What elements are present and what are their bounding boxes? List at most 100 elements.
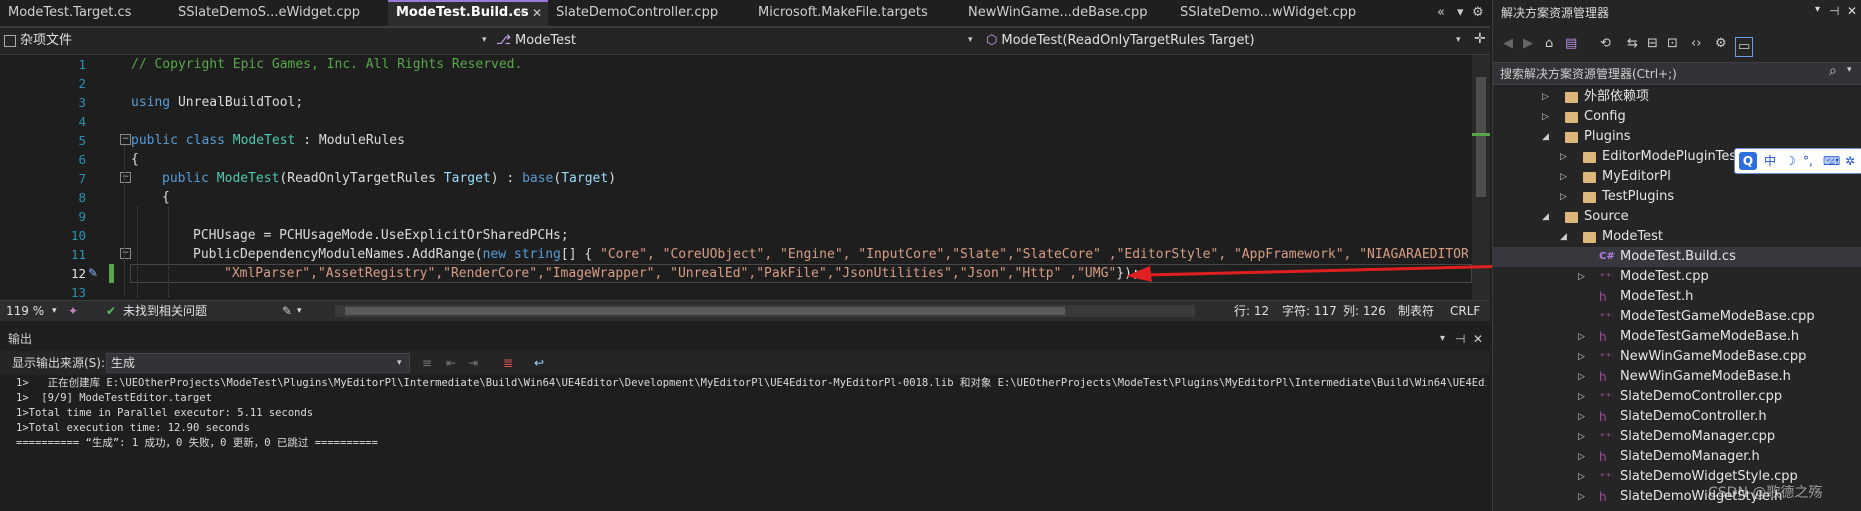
zoom-level[interactable]: 119 % [6,301,44,321]
keyboard-icon[interactable]: ⌨ [1823,149,1840,173]
issues-status[interactable]: 未找到相关问题 [123,301,207,321]
expand-icon[interactable]: ▷ [1578,387,1585,407]
collapse-icon[interactable]: ◢ [1560,227,1567,247]
back-icon[interactable]: ◀ [1503,36,1513,51]
tree-item-modetest[interactable]: ◢ ModeTest [1493,227,1861,247]
member-dropdown[interactable]: ⬡ ModeTest(ReadOnlyTargetRules Target) ▾ [986,30,1468,51]
close-icon[interactable]: ✕ [1473,328,1483,350]
punctuation-icon[interactable]: °, [1803,149,1813,173]
sync-icon[interactable]: ⇆ [1627,36,1638,51]
tab-newwingame-base[interactable]: NewWinGame...deBase.cpp [960,0,1172,26]
tab-overflow-icon[interactable]: « [1437,0,1445,26]
tree-item-testplugins[interactable]: ▷ TestPlugins [1493,187,1861,207]
indent-mode[interactable]: 制表符 [1398,301,1434,321]
history-icon[interactable]: ⟲ [1600,36,1611,51]
cleanup-icon[interactable]: ✎ [282,301,292,321]
close-icon[interactable]: ✕ [532,2,542,24]
tab-sslatedemo-widget[interactable]: SSlateDemoS...eWidget.cpp [170,0,388,26]
collapse-all-icon[interactable]: ⊟ [1647,36,1658,51]
tree-item-modetest-h[interactable]: h ModeTest.h [1493,287,1861,307]
expand-icon[interactable]: ▷ [1578,327,1585,347]
quick-action-icon[interactable]: ✎ [88,266,98,280]
collapse-icon[interactable]: ◢ [1542,207,1549,227]
settings-icon[interactable]: ⚙ [1472,0,1484,26]
scrollbar-thumb[interactable] [345,307,1065,315]
char-indicator[interactable]: 字符: 117 [1282,301,1337,321]
expand-icon[interactable]: ▷ [1560,187,1567,207]
column-indicator[interactable]: 列: 126 [1343,301,1386,321]
tab-makefile-targets[interactable]: Microsoft.MakeFile.targets [750,0,960,26]
solution-search-input[interactable]: 搜索解决方案资源管理器(Ctrl+;) [1500,65,1677,82]
pin-icon[interactable]: ⊣ [514,2,524,24]
settings-icon[interactable]: ✲ [1845,149,1855,173]
tab-modetest-target[interactable]: ModeTest.Target.cs [0,0,170,26]
tree-item-newwingamemode-h[interactable]: ▷ h NewWinGameModeBase.h [1493,367,1861,387]
collapse-icon[interactable]: − [120,248,131,259]
pin-icon[interactable]: ⊣ [1829,4,1839,18]
tree-item-newwingamemode-cpp[interactable]: ▷ ⁺⁺ NewWinGameModeBase.cpp [1493,347,1861,367]
tab-dropdown-icon[interactable]: ▾ [1457,0,1464,26]
tree-item-gamemodebase-cpp[interactable]: ⁺⁺ ModeTestGameModeBase.cpp [1493,307,1861,327]
prev-message-icon[interactable]: ⇤ [446,351,456,375]
chevron-down-icon[interactable]: ▾ [52,301,57,321]
chevron-down-icon[interactable]: ▾ [297,301,302,321]
word-wrap-icon[interactable]: ↩ [534,351,544,375]
chevron-down-icon[interactable]: ▾ [1815,4,1820,15]
preview-icon[interactable]: ▭ [1735,37,1754,57]
tree-item-external-deps[interactable]: ▷ 外部依赖项 [1493,87,1861,107]
expand-icon[interactable]: ▷ [1578,347,1585,367]
next-message-icon[interactable]: ⇥ [468,351,478,375]
ime-logo-icon[interactable]: Q [1739,152,1757,170]
brush-icon[interactable]: ✦ [68,301,78,321]
horizontal-scrollbar[interactable] [335,305,1195,317]
tab-modetest-build[interactable]: ModeTest.Build.cs ⊣ ✕ [388,0,548,26]
line-ending[interactable]: CRLF [1450,301,1480,321]
collapse-icon[interactable]: − [120,172,131,183]
expand-icon[interactable]: ▷ [1542,107,1549,127]
ime-toolbar[interactable]: Q 中 ☽ °, ⌨ ✲ [1734,148,1861,174]
show-all-files-icon[interactable]: ⊡ [1667,36,1678,51]
expand-icon[interactable]: ▷ [1578,267,1585,287]
close-icon[interactable]: ✕ [1847,4,1857,18]
expand-icon[interactable]: ▷ [1578,367,1585,387]
expand-icon[interactable]: ▷ [1560,147,1567,167]
output-text-area[interactable]: 1> 正在创建库 E:\UEOtherProjects\ModeTest\Plu… [0,376,1490,511]
pin-icon[interactable]: ⊣ [1455,328,1465,350]
tree-item-slatedemocontroller-cpp[interactable]: ▷ ⁺⁺ SlateDemoController.cpp [1493,387,1861,407]
scrollbar-thumb[interactable] [1476,77,1486,197]
tree-item-modetest-build-cs[interactable]: C# ModeTest.Build.cs [1493,247,1861,267]
switch-view-icon[interactable]: ▤ [1565,36,1577,51]
expand-icon[interactable]: ▷ [1542,87,1549,107]
split-editor-icon[interactable]: ✛ [1474,31,1486,47]
class-dropdown[interactable]: ⎇ ModeTest ▾ [496,30,981,51]
tab-slatedemocontroller[interactable]: SlateDemoController.cpp [548,0,750,26]
view-code-icon[interactable]: ‹› [1691,36,1701,51]
expand-icon[interactable]: ▷ [1560,167,1567,187]
tree-item-source[interactable]: ◢ Source [1493,207,1861,227]
moon-icon[interactable]: ☽ [1785,149,1796,173]
tree-item-plugins[interactable]: ◢ Plugins [1493,127,1861,147]
home-icon[interactable]: ⌂ [1545,36,1553,51]
search-icon[interactable]: ⌕ [1829,63,1837,79]
clear-all-icon[interactable]: ≣ [503,351,513,375]
tree-item-modetest-cpp[interactable]: ▷ ⁺⁺ ModeTest.cpp [1493,267,1861,287]
collapse-icon[interactable]: ◢ [1542,127,1549,147]
chevron-down-icon[interactable]: ▾ [1440,328,1445,350]
output-source-select[interactable]: 生成 ▾ [106,353,410,373]
ime-language-toggle[interactable]: 中 [1764,149,1776,173]
collapse-icon[interactable]: − [120,134,131,145]
expand-icon[interactable]: ▷ [1578,427,1585,447]
tree-item-gamemodebase-h[interactable]: ▷ h ModeTestGameModeBase.h [1493,327,1861,347]
tree-item-config[interactable]: ▷ Config [1493,107,1861,127]
tab-sslatedemo-view-widget[interactable]: SSlateDemo...wWidget.cpp [1172,0,1377,26]
line-indicator[interactable]: 行: 12 [1234,301,1269,321]
tree-item-slatedemomanager-h[interactable]: ▷ h SlateDemoManager.h [1493,447,1861,467]
expand-icon[interactable]: ▷ [1578,467,1585,487]
expand-icon[interactable]: ▷ [1578,407,1585,427]
forward-icon[interactable]: ▶ [1523,36,1533,51]
scope-dropdown[interactable]: 杂项文件 ▾ [4,30,492,51]
solution-search-field[interactable]: 搜索解决方案资源管理器(Ctrl+;) ⌕ ▾ [1493,62,1861,85]
tree-item-slatedemocontroller-h[interactable]: ▷ h SlateDemoController.h [1493,407,1861,427]
expand-icon[interactable]: ▷ [1578,487,1585,507]
expand-icon[interactable]: ▷ [1578,447,1585,467]
